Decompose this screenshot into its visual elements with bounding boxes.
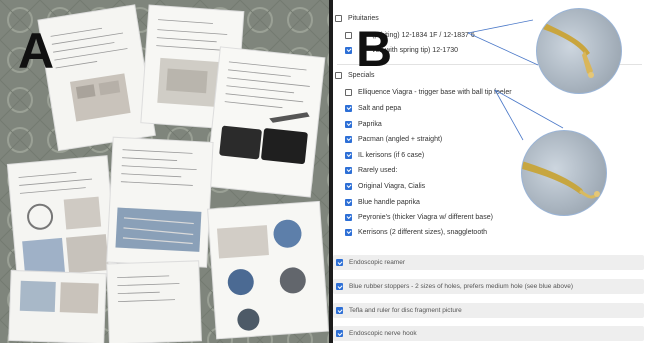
checklist-sheet xyxy=(207,200,329,340)
checkbox-checked[interactable] xyxy=(336,283,343,290)
checkbox-checked[interactable] xyxy=(336,259,343,266)
magnified-instrument-tip xyxy=(536,8,622,94)
panel-label-a: A xyxy=(18,23,55,79)
checklist-sheet xyxy=(37,4,156,152)
item-label: Endoscopic nerve hook xyxy=(349,330,417,337)
item-label: Tefla and ruler for disc fragment pictur… xyxy=(349,307,462,314)
item-label: Blue rubber stoppers - 2 sizes of holes,… xyxy=(349,283,574,290)
checklist-bar-item[interactable]: Endoscopic reamer xyxy=(333,255,644,270)
checklist-bar-item[interactable]: Blue rubber stoppers - 2 sizes of holes,… xyxy=(333,279,644,294)
checklist-panel-b: Pituitaries (p-biting) 12-1834 1F / 12-1… xyxy=(333,0,648,343)
instrument-image xyxy=(522,161,600,199)
checklist-sheet xyxy=(205,46,326,198)
instrument-image xyxy=(537,19,594,78)
checklist-sheet xyxy=(106,260,202,343)
magnified-instrument-tip xyxy=(521,130,607,216)
item-label: Endoscopic reamer xyxy=(349,259,405,266)
checklist-sheet xyxy=(6,155,119,285)
checkbox-checked[interactable] xyxy=(336,307,343,314)
checkbox-checked[interactable] xyxy=(336,330,343,337)
checklist-sheet xyxy=(8,269,107,343)
photo-panel-a: A xyxy=(0,0,329,343)
checklist-bar-item[interactable]: Tefla and ruler for disc fragment pictur… xyxy=(333,303,644,318)
panel-label-b: B xyxy=(356,21,393,77)
checklist-bar-item[interactable]: Endoscopic nerve hook xyxy=(333,326,644,341)
checklist-sheet xyxy=(106,136,214,268)
